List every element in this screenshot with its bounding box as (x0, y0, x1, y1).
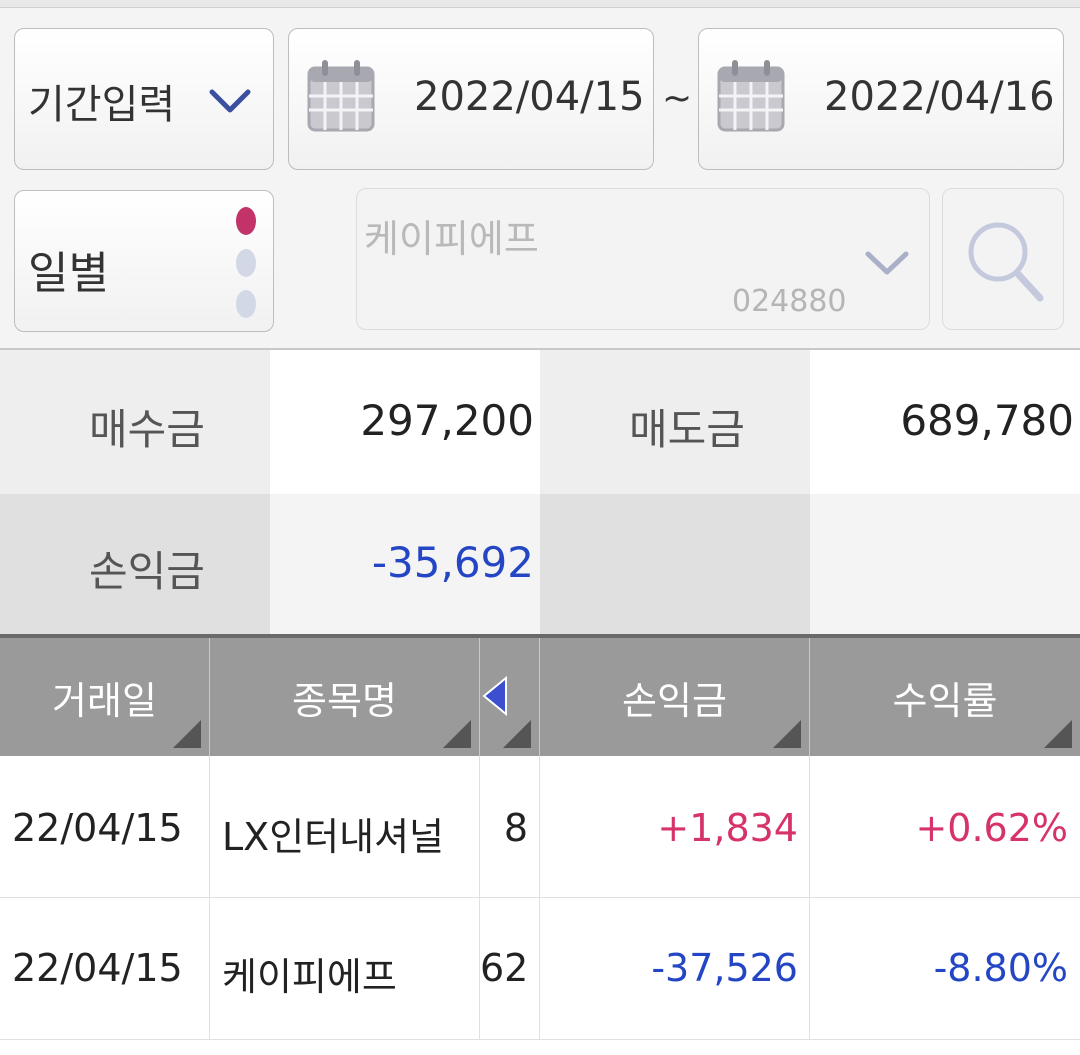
quantity: 8 (503, 806, 528, 850)
col-header-scroll-left[interactable] (480, 638, 540, 756)
pnl-label: 손익금 (89, 547, 205, 596)
pnl-amount: +1,834 (657, 806, 798, 850)
stock-name: 케이피에프 (364, 217, 539, 261)
sort-triangle-icon (1044, 720, 1072, 748)
sort-triangle-icon (503, 720, 531, 748)
col-header-label: 종목명 (292, 679, 397, 723)
period-select-label: 기간입력 (28, 82, 176, 128)
buy-amount-label: 매수금 (89, 405, 205, 454)
stock-name: LX인터내셔널 (222, 815, 445, 859)
col-header-pnl[interactable]: 손익금 (540, 638, 810, 756)
pnl-amount: -37,526 (651, 946, 798, 990)
bottom-area (0, 1040, 1080, 1055)
page-indicator-dot (236, 249, 256, 277)
summary-label-cell (540, 494, 810, 634)
sell-amount-value: 689,780 (900, 396, 1074, 445)
col-header-label: 거래일 (52, 679, 157, 723)
start-date-value: 2022/04/15 (414, 74, 645, 120)
buy-amount-value: 297,200 (360, 396, 534, 445)
trade-date: 22/04/15 (12, 946, 183, 990)
pnl-value: -35,692 (371, 538, 534, 587)
sort-triangle-icon (773, 720, 801, 748)
col-header-label: 수익률 (892, 679, 998, 723)
return-rate: +0.62% (915, 806, 1068, 850)
left-arrow-icon (482, 675, 508, 725)
chevron-down-icon (864, 248, 910, 282)
end-date-value: 2022/04/16 (824, 74, 1055, 120)
col-header-return-rate[interactable]: 수익률 (810, 638, 1080, 756)
search-icon (966, 220, 1046, 308)
quantity: 62 (480, 946, 529, 990)
col-header-label: 손익금 (622, 679, 727, 723)
sort-triangle-icon (443, 720, 471, 748)
stock-name: 케이피에프 (222, 955, 397, 999)
sell-amount-label: 매도금 (629, 405, 745, 454)
stock-code: 024880 (732, 284, 847, 319)
page-indicator-dot-active (236, 207, 256, 235)
trade-date: 22/04/15 (12, 806, 183, 850)
sort-triangle-icon (173, 720, 201, 748)
top-divider (0, 0, 1080, 8)
chevron-down-icon (208, 86, 252, 120)
page-indicator-dot (236, 290, 256, 318)
return-rate: -8.80% (933, 946, 1068, 990)
date-range-separator: ~ (662, 78, 693, 119)
col-header-trade-date[interactable]: 거래일 (0, 638, 210, 756)
summary-value-cell (810, 494, 1080, 634)
col-header-stock-name[interactable]: 종목명 (210, 638, 480, 756)
calendar-icon (306, 58, 376, 138)
calendar-icon (716, 58, 786, 138)
daily-mode-label: 일별 (28, 248, 109, 299)
